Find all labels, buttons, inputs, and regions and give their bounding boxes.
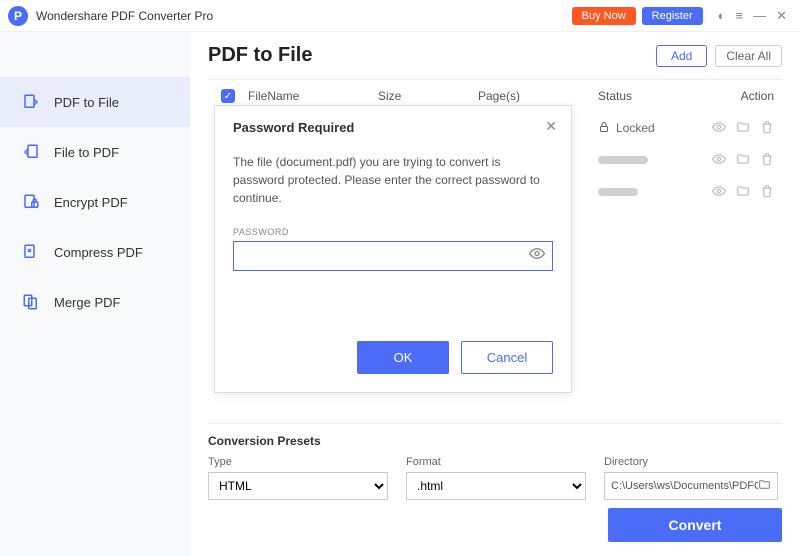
folder-icon[interactable] <box>736 120 750 137</box>
delete-icon[interactable] <box>760 184 774 201</box>
sidebar-item-label: Encrypt PDF <box>54 195 128 210</box>
compress-icon <box>20 241 42 263</box>
content-header: PDF to File Add Clear All <box>208 44 782 67</box>
folder-icon[interactable] <box>736 152 750 169</box>
conversion-presets: Conversion Presets Type HTML Format .htm… <box>208 423 782 556</box>
sidebar-item-label: Compress PDF <box>54 245 143 260</box>
ok-button[interactable]: OK <box>357 341 449 374</box>
dialog-close-icon[interactable]: ✕ <box>545 118 557 135</box>
lock-icon <box>598 121 610 136</box>
col-status: Status <box>598 89 698 103</box>
format-label: Format <box>406 456 586 468</box>
select-all-checkbox[interactable]: ✓ <box>208 89 248 103</box>
status-placeholder <box>598 188 638 196</box>
file-to-pdf-icon <box>20 141 42 163</box>
password-input[interactable] <box>233 241 553 271</box>
help-icon[interactable]: ◐ <box>718 8 726 23</box>
status-text: Locked <box>616 121 655 135</box>
col-action: Action <box>698 89 782 103</box>
buy-now-button[interactable]: Buy Now <box>572 7 636 25</box>
merge-icon <box>20 291 42 313</box>
app-logo: P <box>8 6 28 26</box>
delete-icon[interactable] <box>760 152 774 169</box>
sidebar-item-compress-pdf[interactable]: Compress PDF <box>0 227 190 277</box>
type-select[interactable]: HTML <box>208 472 388 500</box>
folder-icon[interactable] <box>736 184 750 201</box>
delete-icon[interactable] <box>760 120 774 137</box>
col-size: Size <box>378 89 478 103</box>
dialog-message: The file (document.pdf) you are trying t… <box>233 153 553 207</box>
password-dialog: Password Required ✕ The file (document.p… <box>214 105 572 393</box>
page-title: PDF to File <box>208 44 656 67</box>
format-select[interactable]: .html <box>406 472 586 500</box>
close-icon[interactable]: ✕ <box>776 8 787 24</box>
sidebar-item-label: PDF to File <box>54 95 119 110</box>
sidebar-item-encrypt-pdf[interactable]: Encrypt PDF <box>0 177 190 227</box>
directory-label: Directory <box>604 456 778 468</box>
type-label: Type <box>208 456 388 468</box>
preview-icon[interactable] <box>712 152 726 169</box>
app-title: Wondershare PDF Converter Pro <box>36 9 572 23</box>
status-placeholder <box>598 156 648 164</box>
clear-all-button[interactable]: Clear All <box>715 45 782 67</box>
convert-button[interactable]: Convert <box>608 508 782 542</box>
register-button[interactable]: Register <box>642 7 703 25</box>
pdf-to-file-icon <box>20 91 42 113</box>
sidebar-item-file-to-pdf[interactable]: File to PDF <box>0 127 190 177</box>
presets-title: Conversion Presets <box>208 434 782 448</box>
sidebar-item-pdf-to-file[interactable]: PDF to File <box>0 77 190 127</box>
sidebar-item-label: Merge PDF <box>54 295 120 310</box>
sidebar-item-label: File to PDF <box>54 145 119 160</box>
cancel-button[interactable]: Cancel <box>461 341 553 374</box>
password-label: PASSWORD <box>233 227 553 237</box>
show-password-icon[interactable] <box>529 246 545 267</box>
minimize-icon[interactable]: — <box>753 8 766 23</box>
sidebar: PDF to File File to PDF Encrypt PDF Comp… <box>0 32 190 556</box>
preview-icon[interactable] <box>712 184 726 201</box>
directory-field[interactable]: C:\Users\ws\Documents\PDFConvert <box>604 472 778 500</box>
encrypt-icon <box>20 191 42 213</box>
dialog-title: Password Required <box>233 120 553 135</box>
menu-icon[interactable]: ≡ <box>736 8 744 23</box>
preview-icon[interactable] <box>712 120 726 137</box>
browse-folder-icon[interactable] <box>758 478 771 494</box>
titlebar: P Wondershare PDF Converter Pro Buy Now … <box>0 0 800 32</box>
col-filename: FileName <box>248 89 378 103</box>
add-button[interactable]: Add <box>656 45 707 67</box>
sidebar-item-merge-pdf[interactable]: Merge PDF <box>0 277 190 327</box>
col-pages: Page(s) <box>478 89 598 103</box>
